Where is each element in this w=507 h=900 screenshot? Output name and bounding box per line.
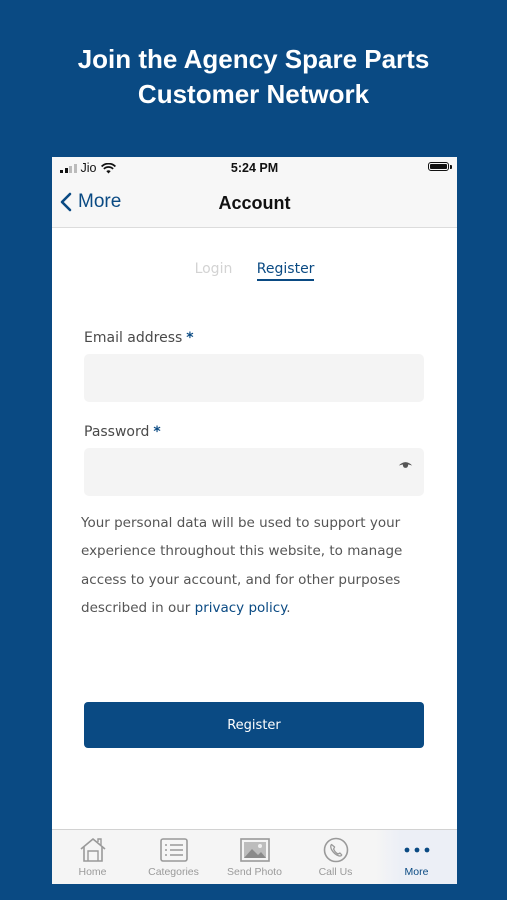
marketing-headline: Join the Agency Spare Parts Customer Net… — [0, 42, 507, 112]
navigation-bar: More Account — [52, 179, 457, 228]
home-icon — [79, 838, 106, 862]
phone-screen: Jio 5:24 PM More Account Login Register … — [52, 157, 457, 884]
email-field[interactable] — [84, 354, 424, 402]
password-field[interactable] — [84, 448, 424, 496]
tab-more-label: More — [404, 866, 429, 878]
phone-icon — [323, 837, 348, 863]
headline-line-2: Customer Network — [137, 79, 370, 109]
tab-categories[interactable]: Categories — [133, 830, 214, 884]
tab-send-photo-label: Send Photo — [227, 866, 282, 878]
tab-home-label: Home — [78, 866, 107, 878]
show-password-eye-icon[interactable] — [398, 460, 413, 469]
tab-more[interactable]: More — [376, 830, 457, 884]
photo-icon — [239, 838, 270, 862]
page-title: Account — [218, 193, 291, 213]
email-label-text: Email address — [84, 330, 183, 346]
tab-call-us-label: Call Us — [318, 866, 353, 878]
tab-categories-label: Categories — [148, 866, 199, 878]
password-label: Password * — [84, 424, 161, 440]
more-dots-icon — [404, 847, 429, 853]
auth-tabs: Login Register — [52, 261, 457, 281]
required-marker: * — [153, 424, 161, 440]
battery-icon — [428, 162, 452, 171]
tab-send-photo[interactable]: Send Photo — [214, 830, 295, 884]
email-label: Email address * — [84, 330, 194, 346]
password-label-text: Password — [84, 424, 150, 440]
privacy-notice: Your personal data will be used to suppo… — [81, 509, 431, 622]
clock: 5:24 PM — [230, 161, 279, 175]
privacy-end: . — [286, 599, 291, 616]
headline-line-1: Join the Agency Spare Parts — [77, 44, 430, 74]
tab-call-us[interactable]: Call Us — [295, 830, 376, 884]
tab-login[interactable]: Login — [195, 261, 233, 277]
privacy-policy-link[interactable]: privacy policy — [195, 600, 287, 616]
required-marker: * — [186, 330, 194, 346]
status-bar: Jio 5:24 PM — [52, 157, 457, 179]
tab-register[interactable]: Register — [256, 261, 315, 281]
tab-home[interactable]: Home — [52, 830, 133, 884]
list-icon — [159, 838, 188, 862]
register-button[interactable]: Register — [84, 702, 424, 748]
bottom-tab-bar: Home Categories Send Photo Call Us More — [52, 829, 457, 884]
